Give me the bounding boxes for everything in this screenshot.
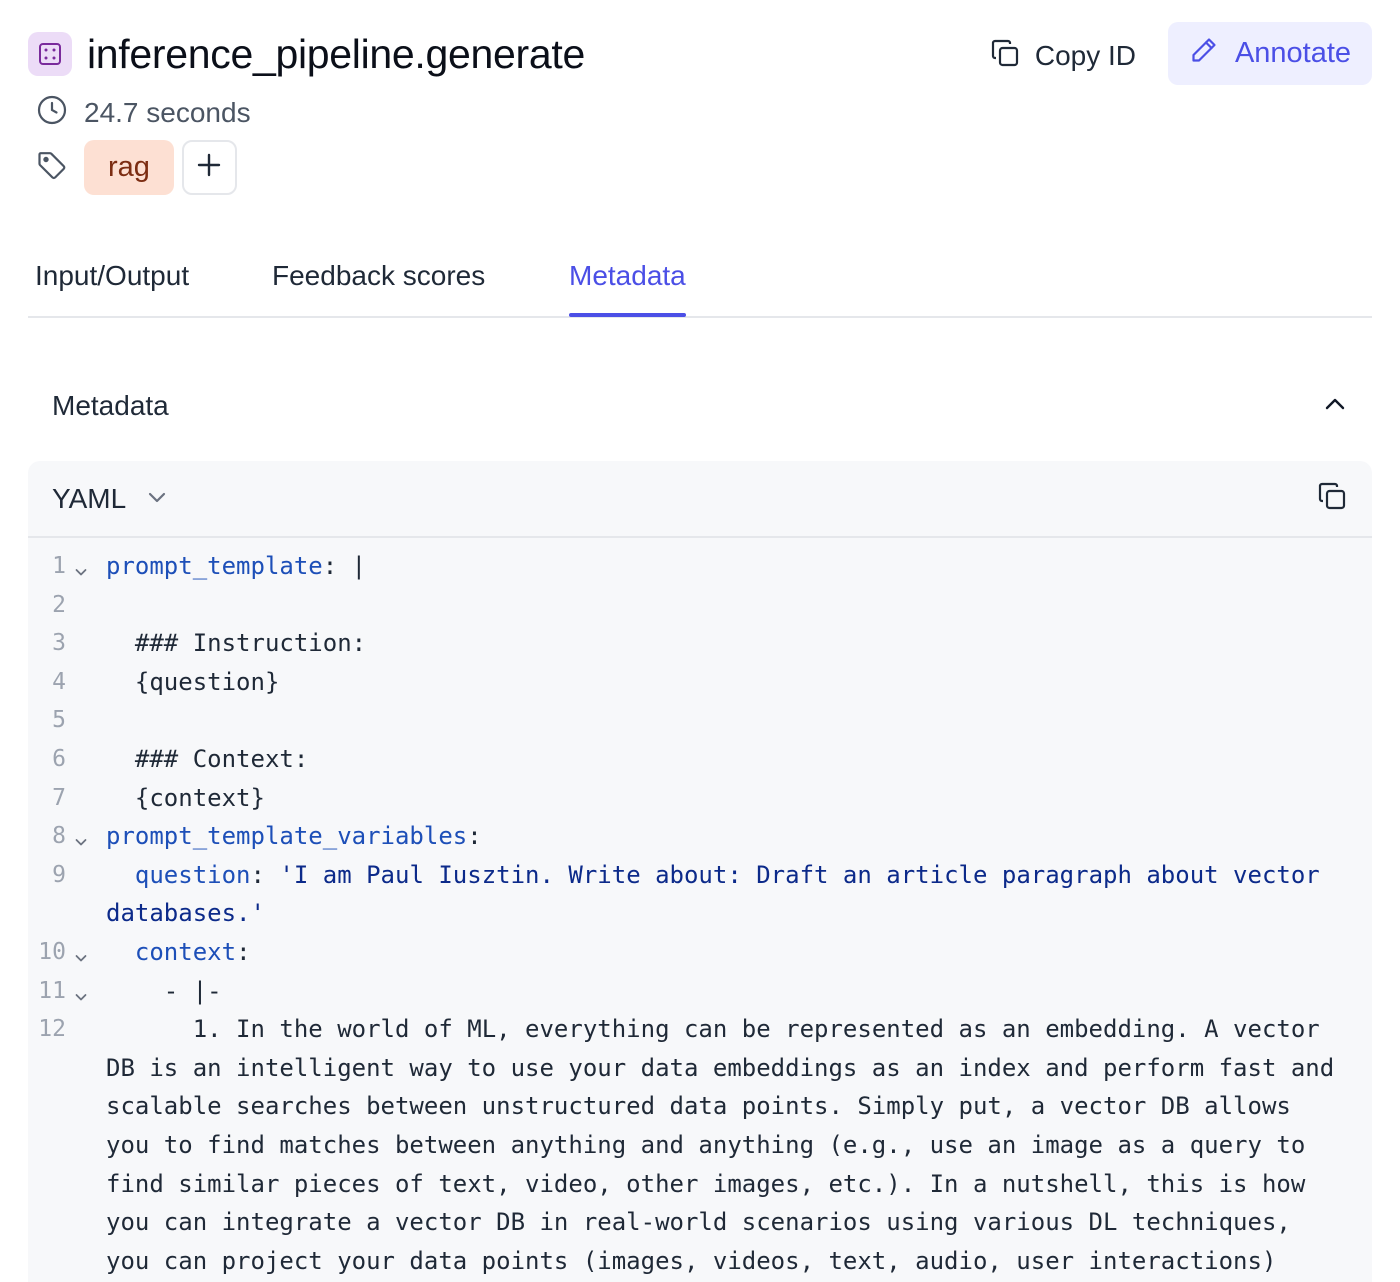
duration-value: 24.7 seconds: [84, 97, 251, 128]
code-line: 3 ### Instruction:: [28, 624, 1372, 663]
code-line: 12 1. In the world of ML, everything can…: [28, 1010, 1372, 1282]
code-line: 7 {context}: [28, 779, 1372, 818]
format-value: YAML: [52, 482, 127, 514]
code-content: question: 'I am Paul Iusztin. Write abou…: [106, 860, 1335, 928]
line-number: 2: [52, 591, 66, 618]
tab-feedback-scores[interactable]: Feedback scores: [272, 260, 485, 316]
tag-pill[interactable]: rag: [84, 140, 174, 195]
tab-metadata[interactable]: Metadata: [569, 260, 686, 317]
tag-icon: [36, 149, 68, 186]
yaml-key: question: [134, 860, 251, 889]
tags-row: rag: [36, 140, 237, 195]
section-title: Metadata: [52, 390, 169, 421]
code-content: context:: [134, 937, 251, 966]
code-content: ### Context:: [134, 744, 309, 773]
code-content: - |-: [163, 976, 222, 1005]
annotate-label: Annotate: [1234, 37, 1352, 69]
line-number: 11: [38, 977, 66, 1004]
code-line: 5: [28, 701, 1372, 740]
detail-tabs: Input/Output Feedback scores Metadata: [28, 250, 1372, 318]
code-content: ### Instruction:: [134, 629, 367, 658]
code-line: 1 prompt_template: |: [28, 547, 1372, 586]
span-header: inference_pipeline.generate Copy ID Anno…: [28, 22, 1372, 85]
chevron-up-icon[interactable]: [1322, 391, 1348, 422]
yaml-code-panel: YAML 1 prompt_template: | 2 3 ### Instructi…: [28, 461, 1372, 1282]
line-number: 12: [38, 1016, 66, 1043]
clock-icon: [36, 94, 68, 133]
copy-code-button[interactable]: [1316, 480, 1348, 517]
metadata-section-header[interactable]: Metadata: [28, 376, 1372, 436]
line-number: 9: [52, 861, 66, 888]
copy-id-label: Copy ID: [1034, 40, 1136, 71]
code-editor[interactable]: 1 prompt_template: | 2 3 ### Instruction: 4 …: [28, 547, 1372, 1282]
chevron-down-icon: [146, 483, 168, 515]
span-title: inference_pipeline.generate: [87, 31, 585, 77]
line-number: 6: [52, 745, 66, 772]
yaml-key: context: [134, 937, 237, 966]
copy-icon: [1316, 480, 1348, 517]
code-line: 11 - |-: [28, 972, 1372, 1011]
yaml-key: prompt_template: [106, 552, 323, 580]
code-line: 6 ### Context:: [28, 740, 1372, 779]
tab-input-output[interactable]: Input/Output: [35, 260, 189, 316]
line-number: 4: [52, 668, 66, 695]
code-content: {question}: [134, 667, 280, 696]
code-line: 4 {question}: [28, 663, 1372, 702]
line-number: 1: [52, 553, 66, 579]
code-line: 10 context:: [28, 933, 1372, 972]
line-number: 8: [52, 823, 66, 850]
line-number: 5: [52, 707, 66, 734]
yaml-key: prompt_template_variables: [106, 822, 468, 851]
pencil-icon: [1189, 35, 1219, 73]
copy-id-button[interactable]: Copy ID: [989, 34, 1136, 78]
format-select[interactable]: YAML: [52, 483, 168, 515]
code-content: 1. In the world of ML, everything can be…: [106, 1015, 1335, 1275]
line-number: 10: [38, 938, 66, 965]
code-content: {context}: [134, 783, 265, 812]
code-line: 9 question: 'I am Paul Iusztin. Write ab…: [28, 856, 1372, 933]
code-content: prompt_template_variables:: [106, 822, 482, 851]
annotate-button[interactable]: Annotate: [1168, 22, 1372, 85]
span-type-icon: [28, 32, 72, 76]
yaml-string: 'I am Paul Iusztin. Write about: Draft a…: [106, 860, 1335, 928]
line-number: 7: [52, 784, 66, 811]
span-duration: 24.7 seconds: [36, 94, 251, 133]
copy-icon: [989, 37, 1021, 76]
code-line: 2: [28, 586, 1372, 625]
add-tag-button[interactable]: [181, 140, 237, 195]
code-toolbar: YAML: [28, 461, 1372, 538]
plus-icon: [196, 152, 222, 183]
code-line: 8 prompt_template_variables:: [28, 817, 1372, 856]
line-number: 3: [52, 630, 66, 657]
code-content: prompt_template: |: [106, 552, 367, 580]
